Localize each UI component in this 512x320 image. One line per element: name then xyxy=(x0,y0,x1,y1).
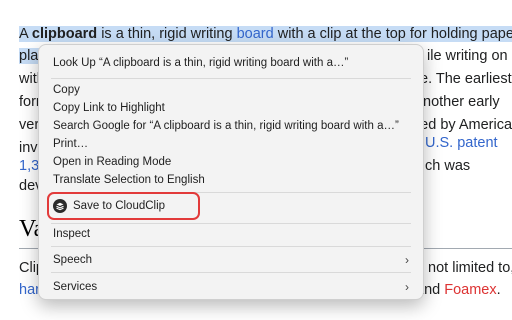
link-board[interactable]: board xyxy=(237,26,274,42)
menu-item-services[interactable]: Services › xyxy=(53,279,409,295)
menu-separator xyxy=(51,272,411,273)
context-menu: Look Up “A clipboard is a thin, rigid wr… xyxy=(38,44,424,300)
menu-item-copy[interactable]: Copy xyxy=(53,82,409,98)
chevron-right-icon: › xyxy=(405,253,409,267)
menu-item-search-google[interactable]: Search Google for “A clipboard is a thin… xyxy=(53,118,409,134)
paragraph-line-1: A clipboard is a thin, rigid writing boa… xyxy=(19,24,512,44)
menu-separator xyxy=(51,246,411,247)
menu-item-save-cloudclip[interactable]: Save to CloudClip xyxy=(53,198,409,214)
menu-item-look-up[interactable]: Look Up “A clipboard is a thin, rigid wr… xyxy=(53,55,409,71)
link-us-patent[interactable]: U.S. patent xyxy=(425,133,498,153)
menu-item-print[interactable]: Print… xyxy=(53,136,409,152)
menu-item-inspect[interactable]: Inspect xyxy=(53,226,409,242)
menu-separator xyxy=(51,223,411,224)
menu-item-speech[interactable]: Speech › xyxy=(53,252,409,268)
menu-item-label: Speech xyxy=(53,254,93,266)
selected-text: A clipboard is a thin, rigid writing boa… xyxy=(19,26,512,42)
line7-right: ch was xyxy=(425,158,471,174)
line10-right: and Foamex. xyxy=(416,282,501,298)
chevron-right-icon: › xyxy=(405,280,409,294)
menu-item-label: Save to CloudClip xyxy=(73,200,166,212)
menu-item-label: Services xyxy=(53,281,98,293)
term-clipboard: clipboard xyxy=(31,26,98,42)
menu-item-translate[interactable]: Translate Selection to English xyxy=(53,172,409,188)
line2-right: ile writing on it xyxy=(427,48,512,64)
link-foamex[interactable]: Foamex xyxy=(444,282,496,298)
menu-separator xyxy=(51,78,411,79)
line4-right: nother early xyxy=(423,94,500,110)
line3-right: e. The earliest xyxy=(420,71,512,87)
cloudclip-icon xyxy=(53,199,67,213)
menu-item-reading-mode[interactable]: Open in Reading Mode xyxy=(53,154,409,170)
line9-right: t not limited to, xyxy=(420,260,512,276)
menu-item-copy-link[interactable]: Copy Link to Highlight xyxy=(53,100,409,116)
